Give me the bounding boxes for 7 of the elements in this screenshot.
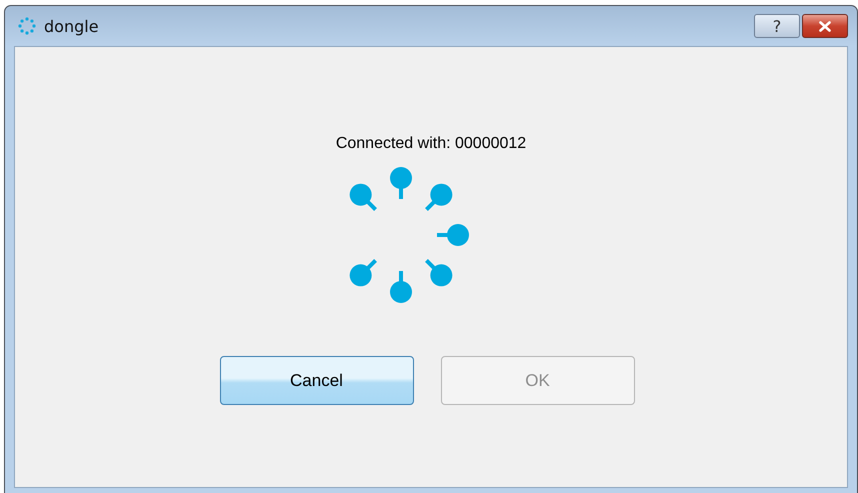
close-icon <box>819 20 831 32</box>
spinner-icon <box>18 17 36 35</box>
window-title: dongle <box>44 16 99 36</box>
close-button[interactable] <box>802 14 848 38</box>
help-button[interactable]: ? <box>754 14 800 38</box>
status-message: Connected with: 00000012 <box>336 135 526 153</box>
cancel-button[interactable]: Cancel <box>220 356 414 405</box>
